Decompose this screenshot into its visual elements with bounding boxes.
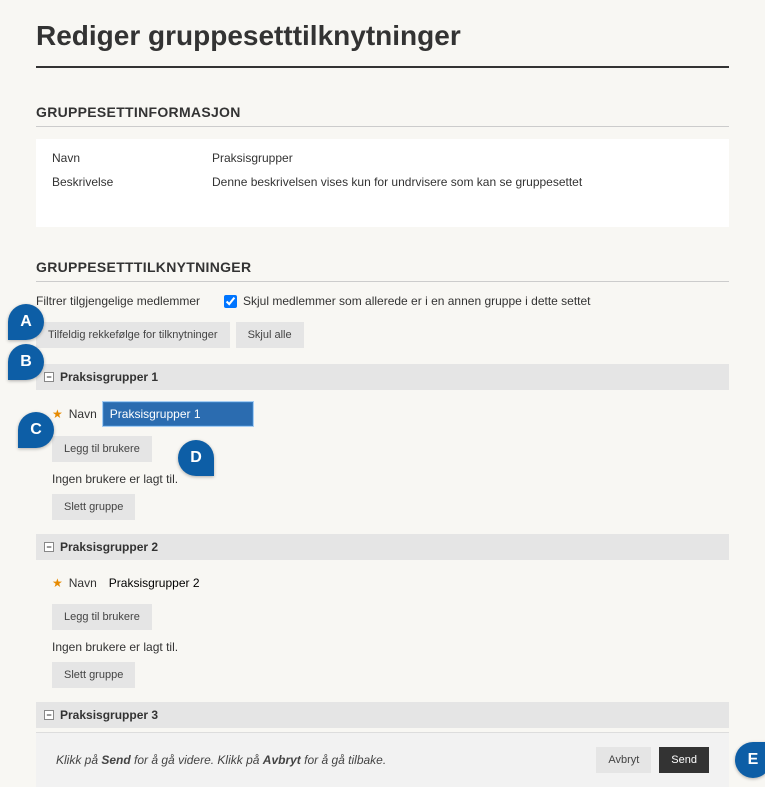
send-button[interactable]: Send xyxy=(659,747,709,773)
callout-e: E xyxy=(735,742,765,778)
no-users-text: Ingen brukere er lagt til. xyxy=(52,640,713,654)
collapse-icon[interactable]: − xyxy=(44,372,54,382)
random-order-button[interactable]: Tilfeldig rekkefølge for tilknytninger xyxy=(36,322,230,348)
required-star-icon: ★ xyxy=(52,407,63,421)
collapse-icon[interactable]: − xyxy=(44,542,54,552)
collapse-icon[interactable]: − xyxy=(44,710,54,720)
page-title: Rediger gruppesetttilknytninger xyxy=(36,20,729,52)
group-header[interactable]: − Praksisgrupper 1 xyxy=(36,364,729,390)
callout-b: B xyxy=(8,344,44,380)
info-name-value: Praksisgrupper xyxy=(212,151,713,165)
callout-d: D xyxy=(178,440,214,476)
add-users-button[interactable]: Legg til brukere xyxy=(52,436,152,462)
group-title: Praksisgrupper 1 xyxy=(60,370,158,384)
no-users-text: Ingen brukere er lagt til. xyxy=(52,472,713,486)
delete-group-button[interactable]: Slett gruppe xyxy=(52,494,135,520)
title-divider xyxy=(36,66,729,68)
callout-c: C xyxy=(18,412,54,448)
hide-all-button[interactable]: Skjul alle xyxy=(236,322,304,348)
group-title: Praksisgrupper 2 xyxy=(60,540,158,554)
info-desc-label: Beskrivelse xyxy=(52,175,212,189)
footer-bar: Klikk på Send for å gå videre. Klikk på … xyxy=(36,732,729,787)
footer-text: Klikk på Send for å gå videre. Klikk på … xyxy=(56,753,386,767)
add-users-button[interactable]: Legg til brukere xyxy=(52,604,152,630)
group-name-label: Navn xyxy=(69,407,97,421)
group-title: Praksisgrupper 3 xyxy=(60,708,158,722)
group-name-input[interactable] xyxy=(103,402,253,426)
callout-a: A xyxy=(8,304,44,340)
group-header[interactable]: − Praksisgrupper 2 xyxy=(36,534,729,560)
section-assoc-heading: GRUPPESETTTILKNYTNINGER xyxy=(36,259,729,282)
filter-label: Filtrer tilgjengelige medlemmer xyxy=(36,294,216,308)
info-block: Navn Praksisgrupper Beskrivelse Denne be… xyxy=(36,139,729,227)
group-header[interactable]: − Praksisgrupper 3 xyxy=(36,702,729,728)
required-star-icon: ★ xyxy=(52,576,63,590)
filter-checkbox-label: Skjul medlemmer som allerede er i en ann… xyxy=(243,294,591,308)
filter-checkbox[interactable] xyxy=(224,295,237,308)
delete-group-button[interactable]: Slett gruppe xyxy=(52,662,135,688)
group-name-label: Navn xyxy=(69,576,97,590)
section-info-heading: GRUPPESETTINFORMASJON xyxy=(36,104,729,127)
info-name-label: Navn xyxy=(52,151,212,165)
group-name-value[interactable]: Praksisgrupper 2 xyxy=(103,572,253,594)
info-desc-value: Denne beskrivelsen vises kun for undrvis… xyxy=(212,175,713,189)
cancel-button[interactable]: Avbryt xyxy=(596,747,651,773)
